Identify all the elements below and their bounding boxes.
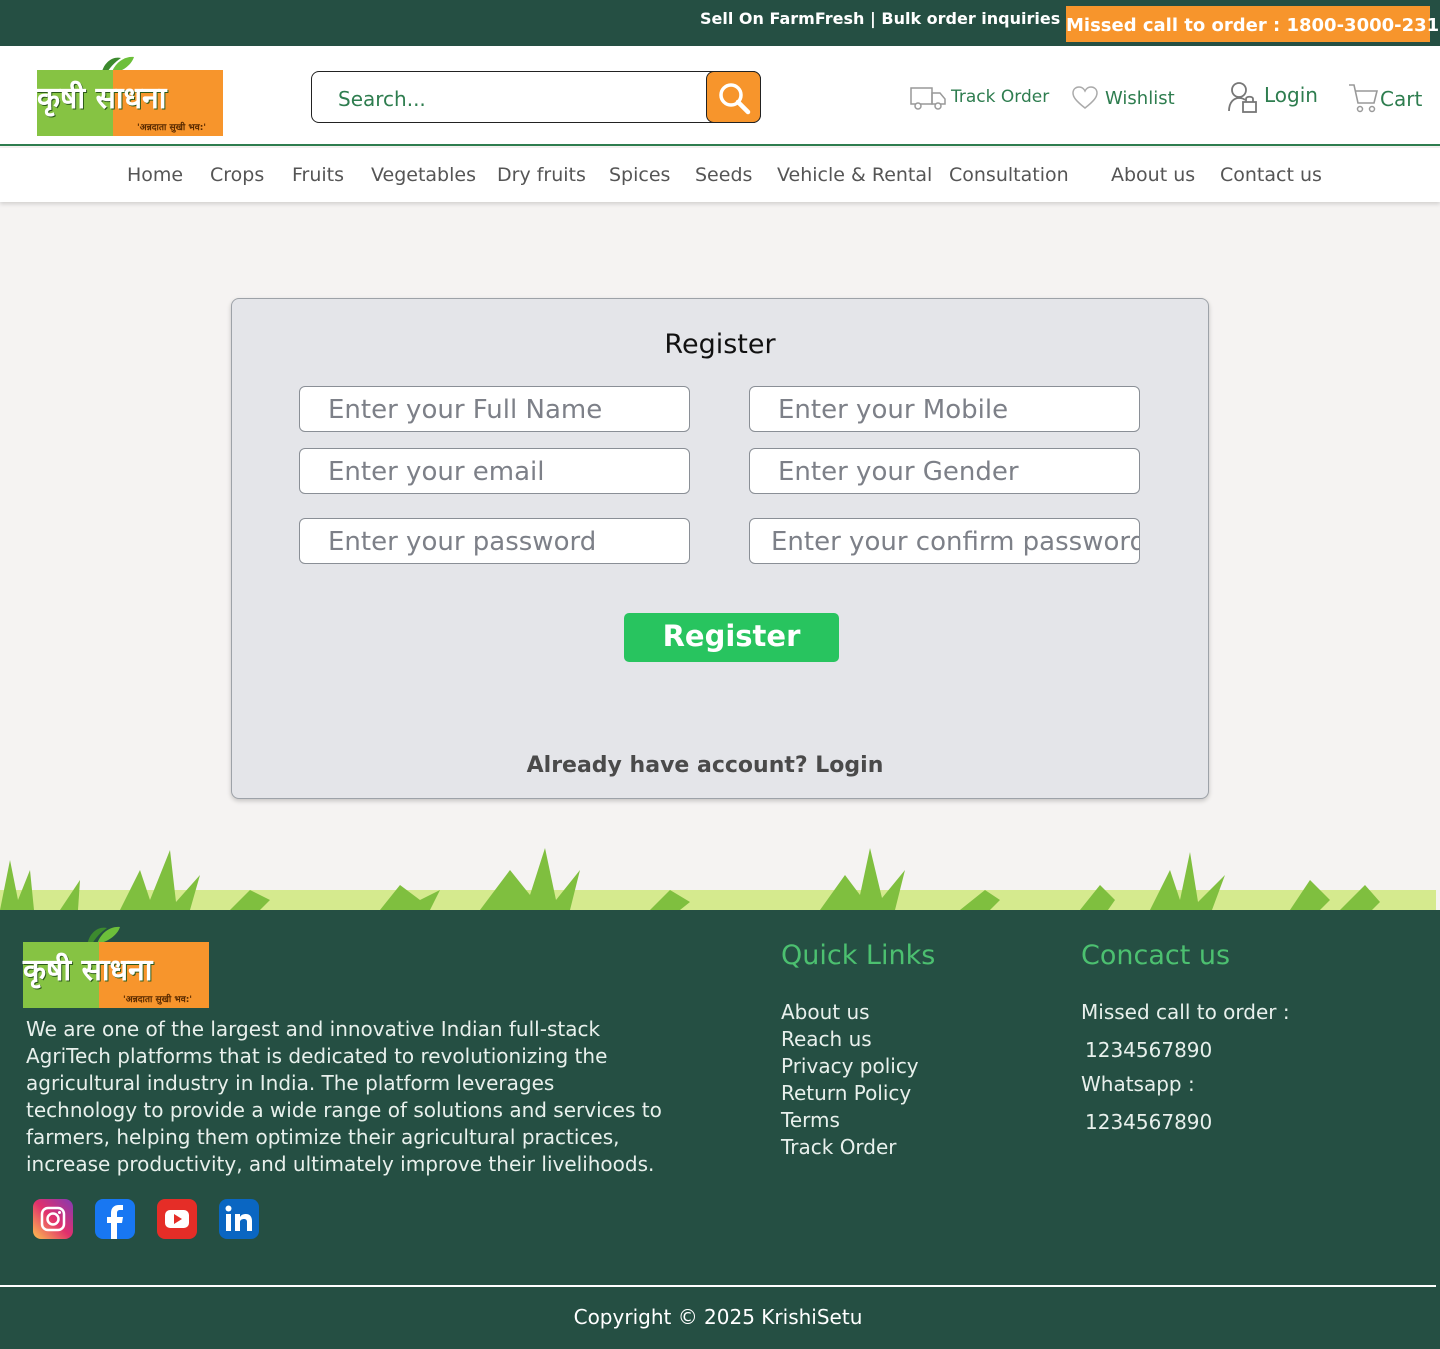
- footer-link-reach-us[interactable]: Reach us: [781, 1027, 872, 1051]
- nav-spices[interactable]: Spices: [609, 164, 670, 186]
- whatsapp-label: Whatsapp :: [1081, 1072, 1195, 1096]
- missed-call-banner[interactable]: Missed call to order : 1800-3000-23123: [1066, 6, 1440, 42]
- cart-label: Cart: [1380, 87, 1423, 111]
- truck-icon: [910, 87, 946, 110]
- missed-call-number[interactable]: 1234567890: [1085, 1038, 1212, 1062]
- top-bar: Sell On FarmFresh | Bulk order inquiries…: [0, 0, 1440, 46]
- main-nav: Home Crops Fruits Vegetables Dry fruits …: [0, 148, 1440, 202]
- instagram-icon[interactable]: [33, 1199, 73, 1239]
- password-input[interactable]: Enter your password: [299, 518, 690, 564]
- facebook-icon[interactable]: [95, 1199, 135, 1239]
- search-icon: [719, 83, 751, 115]
- wishlist-label: Wishlist: [1105, 88, 1175, 109]
- nav-fruits[interactable]: Fruits: [292, 164, 344, 186]
- confirm-password-input[interactable]: Enter your confirm password: [749, 518, 1140, 564]
- nav-about-us[interactable]: About us: [1111, 164, 1195, 186]
- footer-link-privacy-policy[interactable]: Privacy policy: [781, 1054, 919, 1078]
- footer-divider: [0, 1285, 1436, 1287]
- register-button[interactable]: Register: [624, 613, 839, 662]
- grass-decoration: [0, 848, 1436, 910]
- nav-contact-us[interactable]: Contact us: [1220, 164, 1322, 186]
- whatsapp-number[interactable]: 1234567890: [1085, 1110, 1212, 1134]
- missed-call-label: Missed call to order :: [1081, 1000, 1290, 1024]
- heart-icon: [1072, 86, 1098, 109]
- logo-text: कृषी साधना: [37, 81, 167, 116]
- site-logo[interactable]: कृषी साधना 'अन्नदाता सुखी भव:': [37, 52, 223, 136]
- search-button[interactable]: [706, 71, 761, 123]
- footer-link-about-us[interactable]: About us: [781, 1000, 870, 1024]
- nav-crops[interactable]: Crops: [210, 164, 264, 186]
- quick-links-title: Quick Links: [781, 940, 936, 971]
- footer-link-terms[interactable]: Terms: [781, 1108, 840, 1132]
- email-input[interactable]: Enter your email: [299, 448, 690, 494]
- copyright-text: Copyright © 2025 KrishiSetu: [573, 1305, 863, 1329]
- footer-link-return-policy[interactable]: Return Policy: [781, 1081, 911, 1105]
- login-label: Login: [1264, 83, 1318, 107]
- nav-consultation[interactable]: Consultation: [949, 164, 1069, 186]
- search-input[interactable]: Search...: [338, 87, 426, 111]
- register-card: Register Enter your Full Name Enter your…: [231, 298, 1209, 799]
- footer-logo[interactable]: कृषी साधना 'अन्नदाता सुखी भव:': [23, 924, 209, 1008]
- nav-dry-fruits[interactable]: Dry fruits: [497, 164, 586, 186]
- footer-link-track-order[interactable]: Track Order: [781, 1135, 897, 1159]
- footer-logo-tagline: 'अन्नदाता सुखी भव:': [123, 995, 193, 1005]
- gender-input[interactable]: Enter your Gender: [749, 448, 1140, 494]
- search-bar[interactable]: Search...: [311, 71, 761, 123]
- footer-logo-text: कृषी साधना: [23, 953, 153, 988]
- mobile-input[interactable]: Enter your Mobile: [749, 386, 1140, 432]
- nav-vegetables[interactable]: Vegetables: [371, 164, 476, 186]
- register-title: Register: [664, 329, 776, 360]
- cart-icon: [1349, 84, 1378, 113]
- linkedin-icon[interactable]: [219, 1199, 259, 1239]
- full-name-input[interactable]: Enter your Full Name: [299, 386, 690, 432]
- nav-home[interactable]: Home: [127, 164, 183, 186]
- footer-about-text: We are one of the largest and innovative…: [26, 1017, 662, 1176]
- logo-tagline: 'अन्नदाता सुखी भव:': [137, 123, 207, 133]
- login-prompt-link[interactable]: Already have account? Login: [232, 753, 1178, 778]
- contact-title: Concact us: [1081, 940, 1231, 971]
- user-lock-icon: [1228, 82, 1257, 113]
- sell-bulk-links[interactable]: Sell On FarmFresh | Bulk order inquiries…: [700, 9, 1072, 28]
- youtube-icon[interactable]: [157, 1199, 197, 1239]
- nav-vehicle-rental[interactable]: Vehicle & Rental: [777, 164, 932, 186]
- nav-seeds[interactable]: Seeds: [695, 164, 752, 186]
- track-order-label: Track Order: [951, 87, 1050, 107]
